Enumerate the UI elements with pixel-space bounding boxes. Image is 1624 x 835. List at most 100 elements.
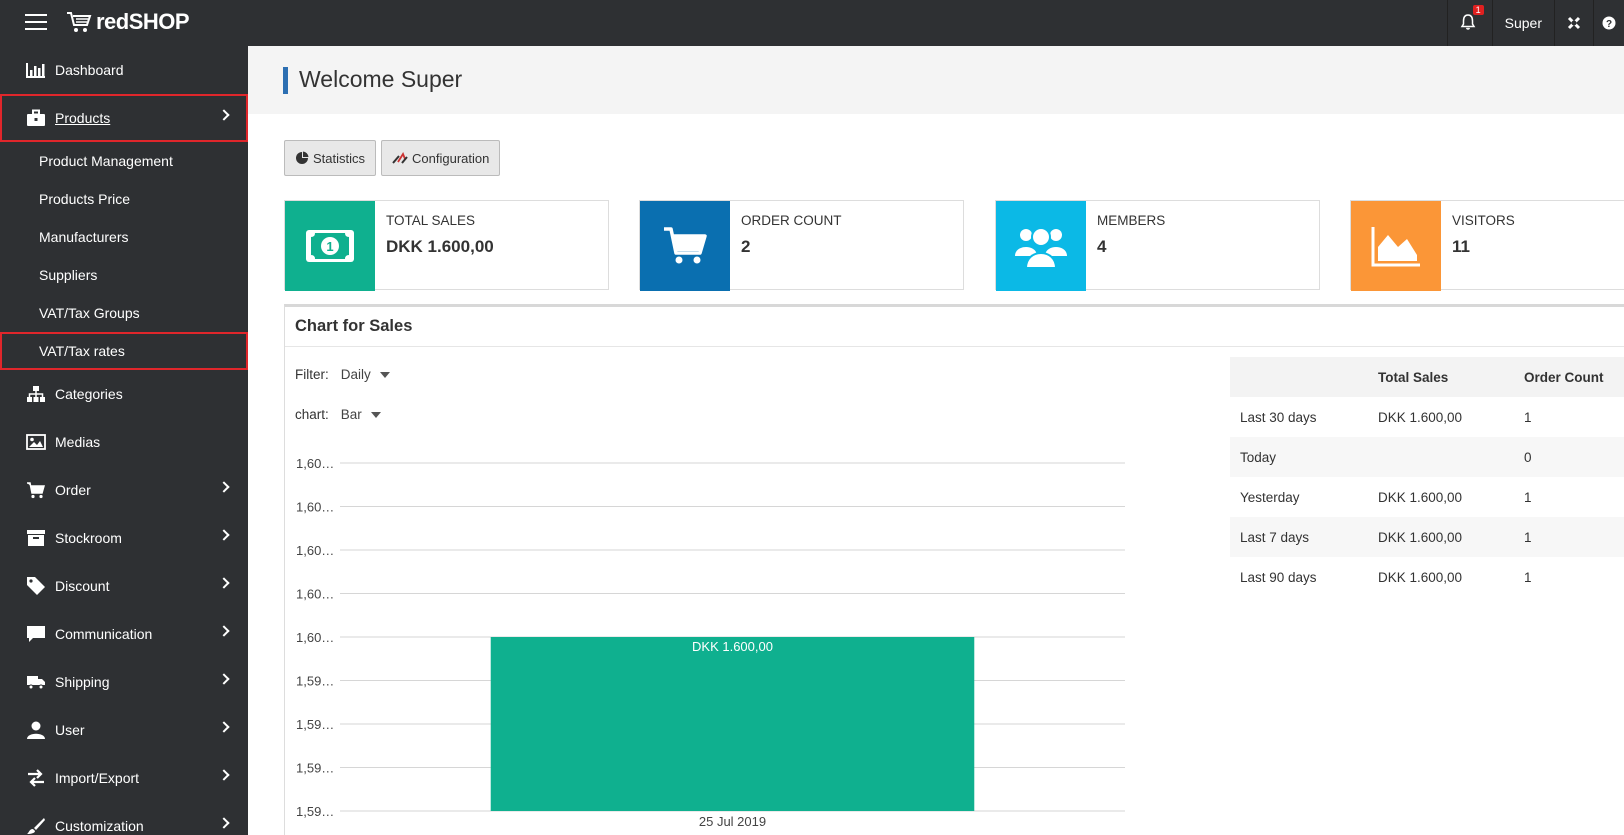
stat-label: TOTAL SALES [386,213,476,228]
table-header-cell: Total Sales [1368,357,1514,397]
sidebar-item-label: Dashboard [55,62,124,78]
user-icon [26,720,46,740]
y-tick-label: 1,60… [296,587,334,602]
stat-value: 2 [741,237,751,256]
table-cell: 1 [1514,517,1624,557]
y-tick-label: 1,59… [296,674,334,689]
pie-chart-icon [295,151,309,165]
sidebar-item-customization[interactable]: Customization [0,802,248,835]
table-cell [1368,437,1514,477]
money-icon: 1 [285,201,375,291]
sidebar-item-medias[interactable]: Medias [0,418,248,466]
bar-data-label: DKK 1.600,00 [692,639,773,654]
chart-type-select[interactable]: Bar [341,407,381,422]
help-button[interactable]: ? [1593,0,1624,46]
tag-icon [26,576,46,596]
y-tick-label: 1,60… [296,630,334,645]
sidebar-subitem-label: Products Price [39,191,131,207]
table-cell: 1 [1524,489,1532,505]
table-header-cell: Order Count [1514,357,1624,397]
table-cell: Today [1230,437,1368,477]
sidebar-item-products[interactable]: Products [0,94,248,142]
cart-icon [26,480,46,500]
total-sales-card: 1 TOTAL SALES DKK 1.600,00 [284,200,609,291]
sidebar-subitem-suppliers[interactable]: Suppliers [0,256,248,294]
sidebar-subitem-label: VAT/Tax Groups [39,305,140,321]
shopping-cart-logo-icon [67,12,92,32]
image-icon [26,432,46,452]
sidebar-subitem-vat-tax-groups[interactable]: VAT/Tax Groups [0,294,248,332]
svg-text:1: 1 [326,239,333,254]
main-content: Welcome Super Statistics Configuration 1… [248,46,1624,835]
table-row: Last 90 days DKK 1.600,00 1 [1230,557,1624,597]
chevron-right-icon [218,625,230,637]
stat-label: VISITORS [1452,213,1515,228]
table-header-row: Total Sales Order Count [1230,357,1624,397]
cart-icon [640,201,730,291]
sidebar-item-import-export[interactable]: Import/Export [0,754,248,802]
table-cell: DKK 1.600,00 [1378,569,1463,585]
stat-value: 11 [1452,237,1470,256]
exchange-icon [26,768,46,788]
statistics-button[interactable]: Statistics [284,140,377,176]
sidebar-item-stockroom[interactable]: Stockroom [0,514,248,562]
stat-value: 4 [1097,237,1107,256]
filter-select[interactable]: Daily [341,367,390,382]
stat-label: MEMBERS [1097,213,1166,228]
notifications-button[interactable]: 1 [1446,0,1492,46]
sidebar-item-discount[interactable]: Discount [0,562,248,610]
user-menu[interactable]: Super [1491,0,1554,46]
sales-summary-table: Total Sales Order Count Last 30 days DKK… [1230,357,1624,597]
sidebar-item-order[interactable]: Order [0,466,248,514]
configuration-button[interactable]: Configuration [381,140,501,176]
sidebar-item-communication[interactable]: Communication [0,610,248,658]
caret-down-icon [379,371,390,378]
statistics-button-label: Statistics [313,150,366,166]
sidebar-subitem-product-management[interactable]: Product Management [0,142,248,180]
sidebar-item-shipping[interactable]: Shipping [0,658,248,706]
table-cell: DKK 1.600,00 [1368,517,1514,557]
sidebar-subitem-products-price[interactable]: Products Price [0,180,248,218]
chart-type-label: chart: [295,407,329,422]
panel-title: Chart for Sales [285,307,1624,347]
y-tick-label: 1,59… [296,761,334,776]
chevron-right-icon [218,529,230,541]
sidebar-subitem-label: VAT/Tax rates [39,343,125,359]
filter-label: Filter: [295,367,329,382]
menu-toggle-icon[interactable] [25,14,47,30]
table-cell: Last 30 days [1240,409,1317,425]
wrench-icon [392,151,408,165]
chart-type-row: chart: Bar [295,407,381,422]
table-cell: Last 7 days [1230,517,1368,557]
sidebar-item-label: Communication [55,626,153,642]
y-tick-label: 1,60… [296,456,334,471]
brand-logo[interactable]: redSHOP [66,7,190,37]
table-row: Last 7 days DKK 1.600,00 1 [1230,517,1624,557]
brand-name: redSHOP [96,9,190,34]
configuration-button-label: Configuration [412,150,490,166]
top-bar: redSHOP 1 Super ? [0,0,1624,46]
sidebar-item-label: Medias [55,434,101,450]
y-tick-label: 1,59… [296,717,334,732]
sidebar-item-label: Import/Export [55,770,140,786]
y-tick-label: 1,60… [296,543,334,558]
sidebar-subitem-vat-tax-rates[interactable]: VAT/Tax rates [0,332,248,370]
table-cell: 1 [1524,409,1532,425]
filter-row: Filter: Daily [295,367,390,382]
sidebar-item-dashboard[interactable]: Dashboard [0,46,248,94]
sidebar-subitem-manufacturers[interactable]: Manufacturers [0,218,248,256]
sidebar-item-label: Order [55,482,91,498]
sidebar-item-user[interactable]: User [0,706,248,754]
user-name: Super [1504,15,1542,31]
stat-value: DKK 1.600,00 [386,237,494,256]
sales-chart-panel: Chart for Sales Filter: Daily chart: Bar… [284,304,1624,835]
sidebar-subitem-label: Suppliers [39,267,98,283]
briefcase-icon [26,108,46,128]
table-header-cell [1230,357,1368,397]
joomla-button[interactable] [1554,0,1593,46]
chart-type-select-value: Bar [340,407,362,422]
sidebar-item-categories[interactable]: Categories [0,370,248,418]
table-row: Today 0 [1230,437,1624,477]
chart-bar [490,637,975,811]
sidebar-item-label: User [55,722,85,738]
